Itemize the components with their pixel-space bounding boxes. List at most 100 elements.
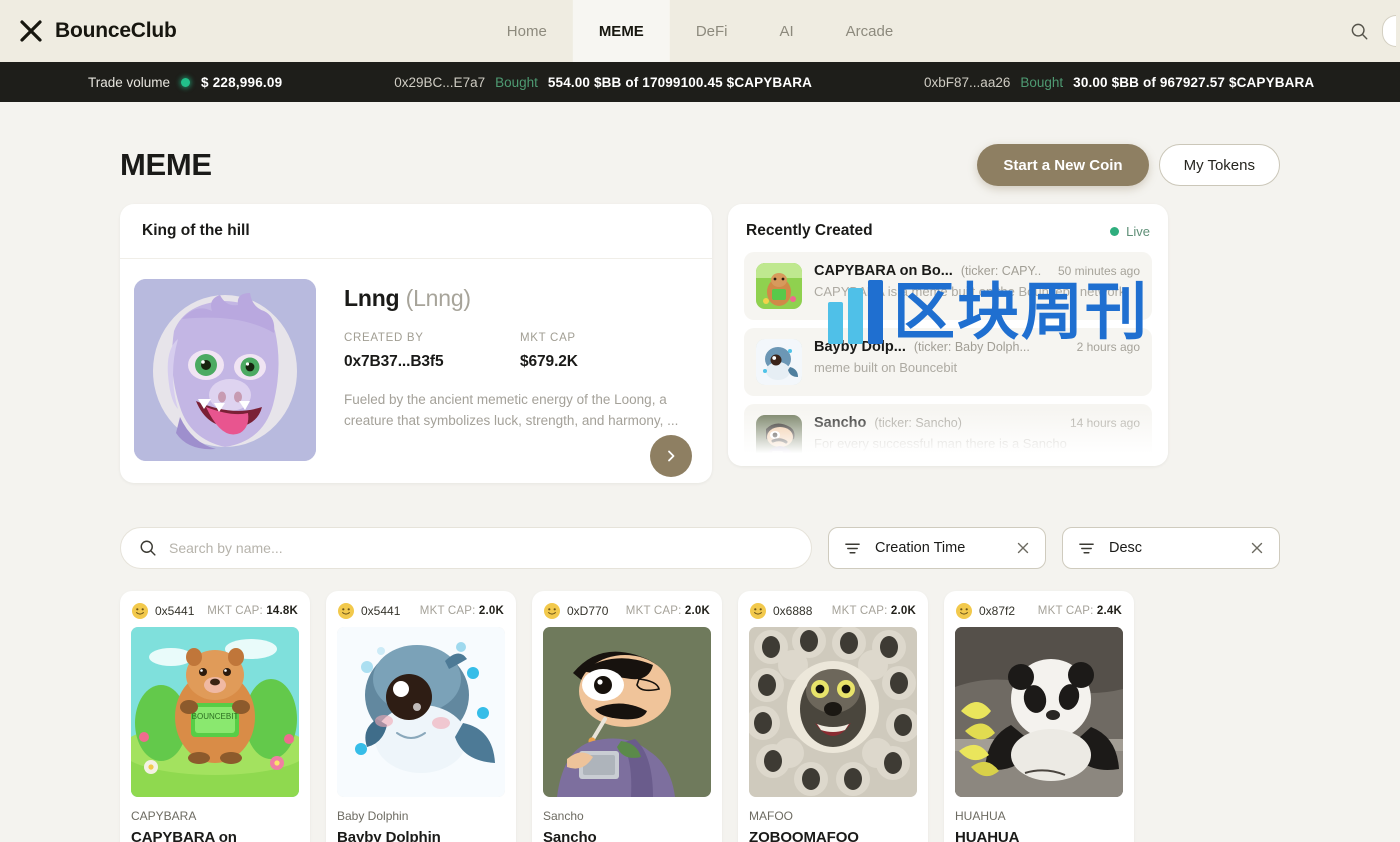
next-coin-button[interactable] xyxy=(650,435,692,477)
nav-item-arcade[interactable]: Arcade xyxy=(820,0,920,62)
trade-volume-label: Trade volume xyxy=(88,74,171,90)
coin-image xyxy=(543,627,711,797)
king-of-the-hill-avatar[interactable] xyxy=(134,279,316,461)
close-icon[interactable] xyxy=(1016,541,1030,555)
sort-field-chip[interactable]: Creation Time xyxy=(828,527,1046,569)
wallet-button[interactable] xyxy=(1382,15,1396,47)
coin-ticker: (Lnng) xyxy=(405,285,471,311)
coin-ticker: MAFOO xyxy=(749,809,793,823)
nav-item-home[interactable]: Home xyxy=(481,0,573,62)
page-header: MEME Start a New Coin My Tokens xyxy=(120,102,1280,204)
recent-list-item[interactable]: Bayby Dolp... (ticker: Baby Dolph... 2 h… xyxy=(744,328,1152,396)
coin-mcap-label: MKT CAP: xyxy=(625,605,682,617)
recent-item-thumbnail xyxy=(756,415,802,461)
recent-list-item[interactable]: Sancho (ticker: Sancho) 14 hours ago For… xyxy=(744,404,1152,466)
coin-ticker: CAPYBARA xyxy=(131,809,197,823)
coin-card[interactable]: 0x6888 MKT CAP: 2.0K MAFOO ZOBOOMAFOO xyxy=(738,591,928,842)
coin-owner: 0x5441 xyxy=(338,603,400,619)
king-of-the-hill-card: King of the hill Lnng (Lnng) CREATED BY … xyxy=(120,204,712,483)
recent-item-description: For every successful man there is a Sanc… xyxy=(814,436,1067,451)
coin-mcap: MKT CAP: 2.0K xyxy=(420,605,504,617)
recent-item-ticker: (ticker: Sancho) xyxy=(874,416,962,430)
coin-card[interactable]: 0x5441 MKT CAP: 2.0K Baby Dolphin Bayby … xyxy=(326,591,516,842)
coin-card[interactable]: 0x87f2 MKT CAP: 2.4K HUAHUA HUAHUA xyxy=(944,591,1134,842)
king-of-the-hill-heading: King of the hill xyxy=(120,204,712,259)
coin-image xyxy=(337,627,505,797)
coin-mcap-label: MKT CAP: xyxy=(831,605,888,617)
nav-item-defi[interactable]: DeFi xyxy=(670,0,754,62)
coin-ticker: Sancho xyxy=(543,809,584,823)
coin-mcap-value: 2.0K xyxy=(684,605,710,617)
search-icon xyxy=(140,540,156,556)
chevron-right-icon xyxy=(668,450,675,462)
filter-icon xyxy=(845,543,860,553)
coin-card-header: 0x5441 MKT CAP: 2.0K xyxy=(337,601,505,627)
page-title: MEME xyxy=(120,147,212,182)
live-dot-icon xyxy=(1110,226,1120,236)
recent-item-name: CAPYBARA on Bo... xyxy=(814,263,953,279)
coin-grid: 0x5441 MKT CAP: 14.8K BOUNCEBIT CAPYBARA… xyxy=(120,591,1280,842)
start-new-coin-button[interactable]: Start a New Coin xyxy=(977,144,1149,186)
coin-image xyxy=(955,627,1123,797)
search-icon[interactable] xyxy=(1346,18,1372,44)
coin-mcap-label: MKT CAP: xyxy=(1037,605,1094,617)
coin-owner: 0xD770 xyxy=(544,603,608,619)
brand[interactable]: BounceClub xyxy=(0,18,177,44)
recent-list-item[interactable]: CAPYBARA on Bo... (ticker: CAPY... 50 mi… xyxy=(744,252,1152,320)
recent-item-title-row: CAPYBARA on Bo... (ticker: CAPY... 50 mi… xyxy=(814,263,1140,279)
coin-mcap-value: 14.8K xyxy=(266,605,298,617)
filter-bar: Creation Time Desc xyxy=(120,527,1280,569)
bounce-x-logo-icon xyxy=(20,20,42,42)
trade-address: 0xbF87...aa26 xyxy=(924,74,1011,90)
recent-item-time: 50 minutes ago xyxy=(1057,264,1140,278)
coin-owner: 0x6888 xyxy=(750,603,812,619)
nav-item-meme[interactable]: MEME xyxy=(572,0,670,62)
coin-mcap: MKT CAP: 2.0K xyxy=(832,605,916,617)
coin-name: Bayby Dolphin xyxy=(337,829,441,842)
king-of-the-hill-body: Lnng (Lnng) CREATED BY 0x7B37...B3f5 MKT… xyxy=(120,259,712,483)
live-label: Live xyxy=(1126,223,1150,239)
coin-mcap: MKT CAP: 2.0K xyxy=(626,605,710,617)
ticker-trade-item[interactable]: 0xbF87...aa26 Bought 30.00 $BB of 967927… xyxy=(924,75,1314,90)
king-of-the-hill-info: Lnng (Lnng) CREATED BY 0x7B37...B3f5 MKT… xyxy=(344,279,696,461)
stat-label: MKT CAP xyxy=(520,332,576,344)
recent-item-time: 14 hours ago xyxy=(1069,416,1140,430)
trade-address: 0x29BC...E7a7 xyxy=(394,74,486,90)
search-input[interactable] xyxy=(169,540,793,556)
coin-card[interactable]: 0x5441 MKT CAP: 14.8K BOUNCEBIT CAPYBARA… xyxy=(120,591,310,842)
filter-icon xyxy=(1079,543,1094,553)
coin-card-header: 0x6888 MKT CAP: 2.0K xyxy=(749,601,917,627)
trade-action: Bought xyxy=(1020,74,1064,90)
sort-field-label: Creation Time xyxy=(875,540,966,556)
coin-mcap-label: MKT CAP: xyxy=(207,605,263,617)
coin-description: Fueled by the ancient memetic energy of … xyxy=(344,392,679,428)
svg-text:BOUNCEBIT: BOUNCEBIT xyxy=(192,712,239,721)
coin-card[interactable]: 0xD770 MKT CAP: 2.0K Sancho Sancho xyxy=(532,591,722,842)
coin-mcap-label: MKT CAP: xyxy=(419,605,476,617)
main-nav: Home MEME DeFi AI Arcade xyxy=(481,0,919,62)
coin-ticker: HUAHUA xyxy=(955,809,1006,823)
ticker-trade-item[interactable]: 0x29BC...E7a7 Bought 554.00 $BB of 17099… xyxy=(394,75,812,90)
recent-item-thumbnail xyxy=(756,263,802,309)
recent-item-time: 2 hours ago xyxy=(1076,340,1140,354)
coin-title: Lnng (Lnng) xyxy=(344,285,696,312)
recent-item-ticker: (ticker: CAPY... xyxy=(960,264,1042,278)
coin-name: Lnng xyxy=(344,285,400,311)
nav-item-ai[interactable]: AI xyxy=(753,0,819,62)
recent-item-thumbnail xyxy=(756,339,802,385)
my-tokens-button[interactable]: My Tokens xyxy=(1158,144,1280,186)
sort-order-chip[interactable]: Desc xyxy=(1062,527,1280,569)
stat-created-by: CREATED BY 0x7B37...B3f5 xyxy=(344,332,520,371)
trade-amount: 554.00 $BB of 17099100.45 $CAPYBARA xyxy=(547,74,813,90)
sort-order-label: Desc xyxy=(1109,540,1143,556)
smiley-avatar-icon xyxy=(338,603,354,619)
coin-image xyxy=(749,627,917,797)
coin-name: ZOBOOMAFOO xyxy=(749,829,859,842)
search-box[interactable] xyxy=(120,527,812,569)
coin-image: BOUNCEBIT xyxy=(131,627,299,797)
close-icon[interactable] xyxy=(1250,541,1264,555)
recent-item-title-row: Bayby Dolp... (ticker: Baby Dolph... 2 h… xyxy=(814,339,1140,355)
coin-name: HUAHUA xyxy=(955,829,1020,842)
coin-mcap: MKT CAP: 14.8K xyxy=(207,605,298,617)
recent-item-content: Bayby Dolp... (ticker: Baby Dolph... 2 h… xyxy=(814,339,1140,375)
